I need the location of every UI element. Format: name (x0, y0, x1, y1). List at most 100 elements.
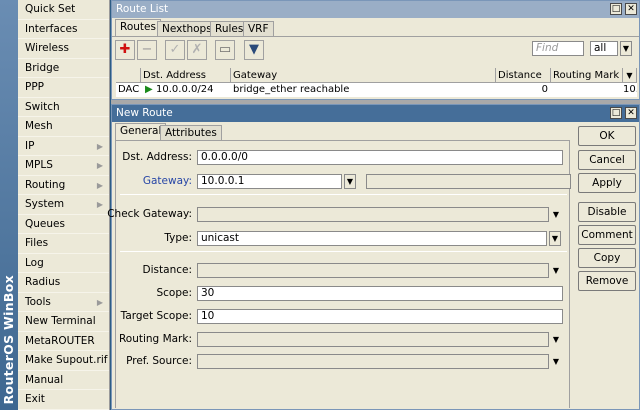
enable-icon[interactable]: ✓ (165, 40, 185, 60)
divider (120, 251, 567, 252)
chevron-down-icon[interactable]: ▼ (551, 335, 561, 345)
remove-icon[interactable]: − (137, 40, 157, 60)
menu-item-manual[interactable]: Manual (18, 371, 109, 390)
col-gateway[interactable]: Gateway (231, 68, 496, 83)
copy-button[interactable]: Copy (578, 248, 636, 268)
disable-icon[interactable]: ✗ (187, 40, 207, 60)
menu-item-label: Queues (25, 217, 65, 230)
col-distance[interactable]: Distance (496, 68, 551, 83)
brand-strip: RouterOS WinBox (0, 0, 18, 410)
comment-icon[interactable]: ▭ (215, 40, 235, 60)
maximize-icon[interactable]: □ (610, 3, 622, 15)
menu-item-label: Log (25, 256, 44, 269)
tab-nexthops[interactable]: Nexthops (157, 21, 217, 36)
row-gateway: bridge_ether reachable (233, 84, 350, 95)
close-icon[interactable]: ✕ (625, 107, 637, 119)
gateway-input[interactable]: 10.0.0.1 (197, 174, 342, 189)
menu-item-label: Manual (25, 373, 64, 386)
type-label: Type: (164, 232, 192, 244)
chevron-down-icon[interactable]: ▼ (551, 210, 561, 220)
distance-input[interactable] (197, 263, 549, 278)
route-list-titlebar[interactable]: Route List □ ✕ (112, 1, 639, 18)
general-panel: Dst. Address: 0.0.0.0/0 Gateway: 10.0.0.… (107, 140, 571, 408)
tab-general[interactable]: General (115, 123, 167, 140)
menu-item-label: Switch (25, 100, 60, 113)
filter-icon[interactable]: ▼ (244, 40, 264, 60)
scope-input[interactable]: 30 (197, 286, 563, 301)
disable-button[interactable]: Disable (578, 202, 636, 222)
new-route-titlebar[interactable]: New Route □ ✕ (112, 105, 639, 122)
main-menu: Quick Set Interfaces Wireless Bridge PPP Swit… (18, 0, 110, 410)
find-input[interactable]: Find (532, 41, 584, 56)
menu-item-interfaces[interactable]: Interfaces (18, 20, 109, 39)
cancel-button[interactable]: Cancel (578, 150, 636, 170)
menu-item-label: Exit (25, 393, 45, 405)
menu-item-exit[interactable]: Exit (18, 390, 109, 410)
chevron-down-icon[interactable]: ▼ (620, 41, 632, 56)
gateway-label[interactable]: Gateway: (143, 175, 192, 187)
route-list-title: Route List (116, 3, 169, 15)
menu-item-system[interactable]: System ▶ (18, 195, 109, 215)
add-icon[interactable]: ✚ (115, 40, 135, 60)
gateway-state-field (366, 174, 571, 189)
submenu-arrow-icon: ▶ (96, 200, 103, 209)
menu-item-make-supout-rif[interactable]: Make Supout.rif (18, 351, 109, 371)
menu-item-mesh[interactable]: Mesh (18, 117, 109, 137)
dst-address-input[interactable]: 0.0.0.0/0 (197, 150, 563, 165)
menu-item-bridge[interactable]: Bridge (18, 59, 109, 78)
type-dropdown-icon[interactable]: ▼ (549, 231, 561, 246)
menu-item-label: New Terminal (25, 315, 96, 327)
menu-item-new-terminal[interactable]: New Terminal (18, 312, 109, 332)
row-distance: 0 (541, 84, 548, 95)
menu-item-files[interactable]: Files (18, 234, 109, 254)
tab-routes[interactable]: Routes (115, 19, 161, 36)
submenu-arrow-icon: ▶ (96, 180, 103, 190)
divider (120, 194, 567, 195)
routing-mark-select[interactable] (197, 332, 549, 347)
filter-select[interactable]: all (590, 41, 618, 56)
menu-item-radius[interactable]: Radius (18, 273, 109, 293)
tab-vrf[interactable]: VRF (243, 21, 274, 36)
ok-button[interactable]: OK (578, 126, 636, 146)
chevron-down-icon[interactable]: ▼ (551, 266, 561, 276)
remove-button[interactable]: Remove (578, 271, 636, 291)
menu-item-label: MPLS (25, 159, 53, 171)
submenu-arrow-icon: ▶ (96, 161, 103, 170)
chevron-down-icon[interactable]: ▼ (551, 357, 561, 367)
tab-attributes[interactable]: Attributes (160, 125, 222, 140)
menu-item-label: Tools (25, 295, 51, 308)
table-row[interactable]: DAC ▶ 10.0.0.0/24 bridge_ether reachable… (116, 83, 637, 97)
check-gateway-select[interactable] (197, 207, 549, 222)
menu-item-tools[interactable]: Tools ▶ (18, 293, 109, 312)
menu-item-ip[interactable]: IP ▶ (18, 137, 109, 156)
col-dst-address[interactable]: Dst. Address (141, 68, 231, 83)
close-icon[interactable]: ✕ (625, 3, 637, 15)
menu-item-metarouter[interactable]: MetaROUTER (18, 332, 109, 351)
dst-address-label: Dst. Address: (122, 151, 192, 163)
apply-button[interactable]: Apply (578, 173, 636, 193)
menu-item-wireless[interactable]: Wireless (18, 39, 109, 59)
pref-source-select[interactable] (197, 354, 549, 369)
menu-item-queues[interactable]: Queues (18, 215, 109, 234)
menu-item-label: Files (25, 237, 49, 249)
pref-source-label: Pref. Source: (126, 355, 192, 367)
check-gateway-label: Check Gateway: (107, 208, 192, 220)
new-route-window: New Route □ ✕ General Attributes Dst. Ad… (107, 104, 640, 410)
menu-item-label: IP (25, 139, 35, 152)
routing-mark-label: Routing Mark: (118, 333, 192, 345)
menu-item-switch[interactable]: Switch (18, 98, 109, 117)
menu-item-log[interactable]: Log (18, 254, 109, 273)
type-select[interactable]: unicast (197, 231, 547, 246)
row-flags: DAC (118, 84, 140, 95)
comment-button[interactable]: Comment (578, 225, 636, 245)
maximize-icon[interactable]: □ (610, 107, 622, 119)
target-scope-input[interactable]: 10 (197, 309, 563, 324)
menu-item-routing[interactable]: Routing ▶ (18, 176, 109, 195)
col-routing-mark[interactable]: Routing Mark (551, 68, 623, 83)
gateway-dropdown-icon[interactable]: ▼ (344, 174, 356, 189)
column-chooser-icon[interactable]: ▼ (623, 68, 637, 83)
row-dst: 10.0.0.0/24 (156, 84, 214, 95)
menu-item-ppp[interactable]: PPP (18, 78, 109, 98)
menu-item-quick-set[interactable]: Quick Set (18, 0, 109, 20)
menu-item-mpls[interactable]: MPLS ▶ (18, 156, 109, 176)
